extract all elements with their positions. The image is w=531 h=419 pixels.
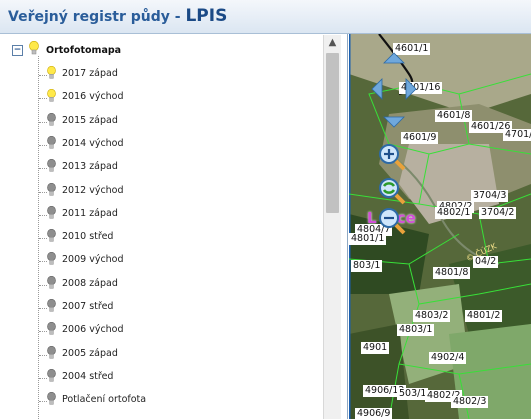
tree-item-label: 2016 východ bbox=[62, 91, 124, 103]
tree-connector bbox=[39, 144, 47, 146]
lightbulb-off-icon[interactable] bbox=[47, 345, 56, 360]
lightbulb-off-icon[interactable] bbox=[47, 299, 56, 313]
lightbulb-off-icon[interactable] bbox=[47, 322, 56, 336]
tree-root-ortofotomapa[interactable]: − Ortofotomapa bbox=[8, 40, 308, 60]
parcel-label: 4803/1 bbox=[397, 324, 435, 336]
tree-item-label: 2004 střed bbox=[62, 370, 114, 382]
parcel-label: 4803/2 bbox=[413, 310, 451, 322]
parcel-label: 3704/3 bbox=[471, 190, 509, 202]
tree-item[interactable]: 2007 střed bbox=[0, 297, 320, 319]
lightbulb-off-icon[interactable] bbox=[47, 275, 56, 290]
lightbulb-off-icon[interactable] bbox=[47, 112, 56, 127]
lightbulb-on-icon[interactable] bbox=[47, 66, 56, 80]
layer-tree: − Ortofotomapa 2017 západ 2016 východ 2015… bbox=[0, 34, 348, 419]
tree-item-label: 2013 západ bbox=[62, 161, 118, 173]
parcel-label: 4801/2 bbox=[465, 310, 503, 322]
tree-connector bbox=[39, 191, 47, 193]
tree-item[interactable]: 2009 východ bbox=[0, 250, 320, 272]
lightbulb-off-icon[interactable] bbox=[47, 135, 56, 150]
app-header: Veřejný registr půdy - LPIS bbox=[0, 0, 531, 34]
tree-connector bbox=[39, 121, 47, 123]
tree-connector bbox=[39, 284, 47, 286]
parcel-label: 4801/8 bbox=[433, 267, 471, 279]
pan-left-arrow-icon[interactable] bbox=[371, 78, 383, 100]
tree-item[interactable]: 2004 střed bbox=[0, 367, 320, 389]
lightbulb-off-icon[interactable] bbox=[47, 205, 56, 220]
pan-up-arrow-icon[interactable] bbox=[383, 52, 405, 64]
tree-connector bbox=[39, 75, 47, 76]
tree-item[interactable]: 2013 západ bbox=[0, 157, 320, 179]
tree-connector bbox=[39, 401, 47, 403]
app-title: Veřejný registr půdy - LPIS bbox=[8, 6, 227, 26]
tree-item[interactable]: 2010 střed bbox=[0, 227, 320, 249]
tree-item-label: 2005 západ bbox=[62, 347, 118, 359]
pan-right-arrow-icon[interactable] bbox=[405, 78, 417, 100]
lightbulb-on-icon[interactable] bbox=[29, 41, 39, 56]
parcel-label: 4902/4 bbox=[429, 352, 467, 364]
tree-item[interactable]: 2008 západ bbox=[0, 274, 320, 296]
zoom-extent-icon[interactable] bbox=[377, 176, 407, 206]
tree-connector bbox=[39, 238, 47, 240]
tree-item[interactable]: 2005 západ bbox=[0, 344, 320, 366]
tree-item-label: 2011 západ bbox=[62, 207, 118, 219]
parcel-label: 4906/9 bbox=[355, 408, 393, 419]
collapse-toggle-icon[interactable]: − bbox=[12, 45, 23, 56]
tree-connector bbox=[39, 98, 47, 100]
lightbulb-off-icon[interactable] bbox=[47, 252, 56, 266]
tree-item-label: 2010 střed bbox=[62, 231, 114, 243]
app-title-text: Veřejný registr půdy - bbox=[8, 9, 181, 25]
tree-item-label: 2008 západ bbox=[62, 277, 118, 289]
tree-item[interactable]: 2014 východ bbox=[0, 134, 320, 156]
tree-connector bbox=[39, 354, 47, 356]
tree-item-label: 2009 východ bbox=[62, 254, 124, 266]
tree-connector bbox=[39, 377, 47, 379]
lightbulb-off-icon[interactable] bbox=[47, 368, 56, 383]
lightbulb-off-icon[interactable] bbox=[47, 159, 56, 173]
tree-item[interactable]: 2016 východ bbox=[0, 87, 320, 109]
tree-connector bbox=[39, 331, 47, 333]
tree-item-label: 2014 východ bbox=[62, 137, 124, 149]
tree-root-label: Ortofotomapa bbox=[46, 45, 122, 56]
parcel-label: 803/1 bbox=[351, 260, 383, 272]
tree-item-label: 2012 východ bbox=[62, 184, 124, 196]
tree-item[interactable]: 2015 západ bbox=[0, 111, 320, 133]
tree-scrollbar[interactable]: ▲ bbox=[323, 35, 341, 419]
parcel-label: 4601/8 bbox=[435, 110, 473, 122]
zoom-in-icon[interactable] bbox=[377, 142, 407, 172]
lightbulb-off-icon[interactable] bbox=[47, 182, 56, 197]
zoom-out-icon[interactable] bbox=[377, 206, 407, 236]
tree-item[interactable]: 2017 západ bbox=[0, 64, 320, 86]
parcel-label: 4802/3 bbox=[451, 396, 489, 408]
lightbulb-on-icon[interactable] bbox=[47, 89, 56, 103]
tree-connector bbox=[39, 308, 47, 309]
tree-item-label: 2007 střed bbox=[62, 301, 114, 312]
parcel-label: 3704/2 bbox=[479, 207, 517, 219]
tree-item-label: 2017 západ bbox=[62, 68, 118, 79]
tree-item-label: 2015 západ bbox=[62, 114, 118, 126]
pan-down-arrow-icon[interactable] bbox=[383, 116, 405, 128]
parcel-label: 4901 bbox=[361, 342, 390, 354]
tree-connector bbox=[39, 261, 47, 263]
map-view[interactable]: 4601/1 4601/16 4601/8 4601/26 4701/6 460… bbox=[349, 34, 531, 419]
scroll-thumb[interactable] bbox=[326, 53, 339, 213]
app-brand: LPIS bbox=[185, 6, 228, 26]
tree-connector bbox=[39, 168, 47, 170]
parcel-label: 4802/1 bbox=[435, 207, 473, 219]
parcel-label: 4701/6 bbox=[503, 129, 531, 141]
parcel-label: 503/1 bbox=[397, 388, 429, 400]
tree-item[interactable]: 2006 východ bbox=[0, 320, 320, 342]
lightbulb-off-icon[interactable] bbox=[47, 229, 56, 243]
lightbulb-off-icon[interactable] bbox=[47, 392, 56, 406]
tree-item[interactable]: 2012 východ bbox=[0, 181, 320, 203]
tree-item-label: Potlačení ortofota bbox=[62, 394, 147, 406]
scroll-up-arrow-icon[interactable]: ▲ bbox=[324, 35, 341, 51]
tree-item-label: 2006 východ bbox=[62, 324, 124, 336]
tree-item[interactable]: 2011 západ bbox=[0, 204, 320, 226]
tree-connector bbox=[39, 214, 47, 216]
tree-item[interactable]: Potlačení ortofota bbox=[0, 390, 320, 412]
